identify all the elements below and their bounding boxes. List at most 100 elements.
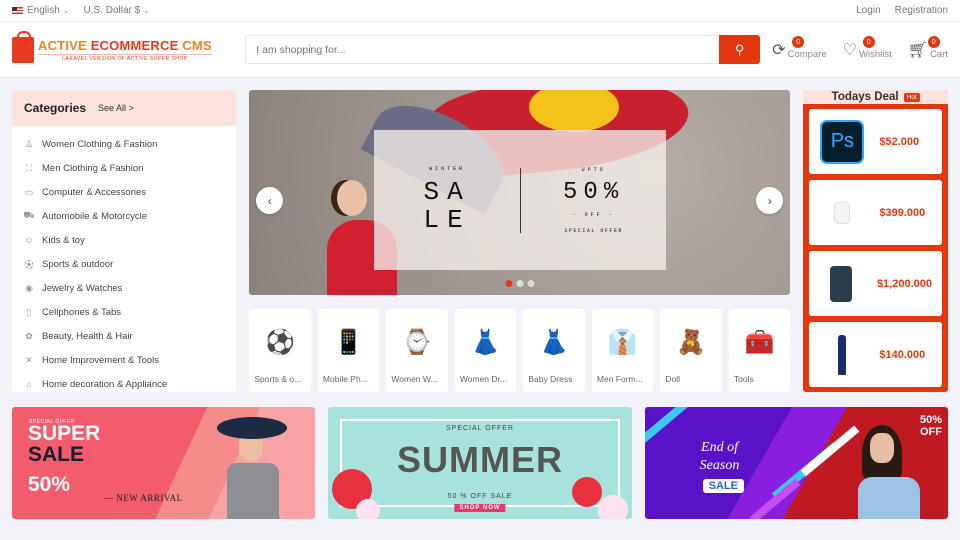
chevron-left-icon: ‹: [267, 193, 272, 208]
featured-category-label: Men Form...: [596, 374, 643, 384]
search-input[interactable]: [245, 35, 720, 64]
photoshop-icon: Ps: [819, 119, 865, 165]
deal-item[interactable]: $399.000: [809, 180, 942, 245]
airpods-icon: [819, 190, 865, 236]
featured-category-card[interactable]: 👗 Women Dr...: [454, 309, 517, 392]
category-label: Kids & toy: [42, 234, 85, 246]
end-of-season-banner[interactable]: End of Season SALE 50% OFF: [644, 407, 948, 519]
featured-category-label: Tools: [733, 374, 754, 384]
wishlist-count-badge: 0: [862, 36, 875, 48]
category-item[interactable]: ▯ Cellphones & Tabs: [24, 300, 224, 324]
watch-icon: ◉: [25, 282, 33, 293]
deal-item[interactable]: $140.000: [809, 322, 942, 387]
slider-dot[interactable]: [516, 280, 524, 287]
cart-button[interactable]: 🛒︎ 0 Cart: [908, 36, 948, 60]
deal-item[interactable]: Ps $52.000: [809, 109, 942, 174]
logo[interactable]: ACTIVE ECOMMERCE CMS LARAVEL VERSION OF …: [12, 30, 245, 63]
category-image: ⌚: [402, 329, 433, 356]
phone-icon: ▯: [26, 306, 32, 317]
slider-dot[interactable]: [505, 280, 513, 287]
category-label: Sports & outdoor: [42, 258, 114, 270]
category-item[interactable]: ▭ Computer & Accessories: [24, 180, 224, 204]
home-icon: ⌂: [26, 379, 32, 389]
language-selector[interactable]: English ⌄: [12, 5, 70, 16]
featured-category-label: Mobile Ph...: [322, 374, 368, 384]
heart-icon: ♡: [842, 42, 857, 59]
category-image: 📱: [333, 329, 364, 356]
category-item[interactable]: ✕ Home Improvement & Tools: [24, 348, 224, 372]
hero-slider[interactable]: WINTER SA LE UPTO 50% - OFF - SPECIAL OF…: [249, 90, 791, 295]
featured-category-card[interactable]: ⚽ Sports & o...: [249, 309, 311, 392]
category-item[interactable]: ⛟ Automobile & Motorcycle: [23, 204, 224, 228]
shirt-icon: ⛶: [25, 162, 33, 173]
tools-icon: ✕: [25, 354, 33, 365]
car-icon: ⛟: [23, 210, 35, 220]
flower-icon: [597, 495, 628, 519]
category-item[interactable]: ☺ Kids & toy: [24, 228, 224, 252]
chevron-down-icon: ⌄: [62, 6, 70, 15]
category-image: ⚽: [265, 329, 296, 356]
featured-category-label: Doll: [665, 374, 681, 384]
shop-now-button[interactable]: SHOP NOW: [454, 504, 506, 512]
compare-count-badge: 0: [792, 36, 805, 48]
chevron-right-icon: ›: [767, 193, 772, 208]
category-label: Jewelry & Watches: [42, 282, 123, 294]
category-item[interactable]: ♙ Women Clothing & Fashion: [24, 132, 224, 156]
summer-sale-banner[interactable]: SPECIAL OFFER SUMMER 50 % OFF SALE SHOP …: [328, 407, 632, 519]
category-label: Home decoration & Appliance: [42, 378, 168, 390]
header: ACTIVE ECOMMERCE CMS LARAVEL VERSION OF …: [0, 22, 960, 78]
category-image: 👗: [539, 329, 570, 356]
registration-link[interactable]: Registration: [895, 5, 948, 16]
slider-dots: [505, 280, 535, 287]
category-item[interactable]: ⚽︎ Sports & outdoor: [24, 252, 224, 276]
category-image: 👔: [607, 329, 638, 356]
shopping-bag-icon: [12, 30, 34, 63]
login-link[interactable]: Login: [856, 5, 880, 16]
category-label: Beauty, Health & Hair: [42, 330, 133, 342]
featured-category-card[interactable]: ⌚ Women W...: [386, 309, 448, 392]
wishlist-button[interactable]: ♡ 0 Wishlist: [842, 36, 892, 60]
todays-deal-title: Todays Deal: [831, 91, 899, 103]
category-label: Women Clothing & Fashion: [42, 138, 158, 150]
featured-category-label: Baby Dress: [528, 374, 573, 384]
deal-item[interactable]: $1,200.000: [809, 251, 942, 316]
sports-icon: ⚽︎: [24, 259, 34, 270]
slider-dot[interactable]: [527, 280, 535, 287]
slider-prev-button[interactable]: ‹: [256, 187, 284, 214]
featured-category-label: Sports & o...: [254, 374, 302, 384]
category-image: 🧸: [676, 329, 707, 356]
super-sale-banner[interactable]: SPECIAL OFFER SUPER SALE 50% — NEW ARRIV…: [12, 407, 316, 519]
us-flag-icon: [12, 6, 23, 14]
featured-category-card[interactable]: 👗 Baby Dress: [523, 309, 585, 392]
beauty-icon: ✿: [25, 330, 33, 341]
todays-deal-panel: Todays Deal Hot Ps $52.000 $399.000 $1,2…: [803, 90, 948, 392]
toy-icon: ☺: [24, 235, 34, 245]
featured-category-card[interactable]: 👔 Men Form...: [591, 309, 654, 392]
cart-count-badge: 0: [927, 36, 940, 48]
person-icon: ♙: [24, 138, 34, 149]
featured-category-label: Women W...: [391, 374, 438, 384]
search-bar: ⚲: [245, 35, 761, 64]
category-item[interactable]: ✿ Beauty, Health & Hair: [24, 324, 224, 348]
category-label: Home Improvement & Tools: [42, 354, 160, 366]
category-item[interactable]: ◉ Jewelry & Watches: [24, 276, 224, 300]
logo-tagline: LARAVEL VERSION OF ACTIVE SUPER SHOP: [38, 53, 212, 62]
featured-category-card[interactable]: 🧸 Doll: [660, 309, 722, 392]
featured-category-card[interactable]: 📱 Mobile Ph...: [317, 309, 380, 392]
featured-category-card[interactable]: 🧰 Tools: [728, 309, 791, 392]
sale-panel: WINTER SA LE UPTO 50% - OFF - SPECIAL OF…: [374, 130, 667, 270]
hot-badge: Hot: [903, 92, 920, 102]
search-button[interactable]: ⚲: [719, 35, 761, 64]
see-all-link[interactable]: See All >: [98, 103, 134, 113]
category-item[interactable]: ⌂ Home decoration & Appliance: [24, 372, 224, 392]
currency-selector[interactable]: U.S. Dollar $ ⌄: [84, 5, 150, 16]
category-image: 👗: [470, 329, 501, 356]
compare-button[interactable]: ⟳ 0 Compare: [772, 36, 827, 60]
slider-next-button[interactable]: ›: [756, 187, 784, 214]
featured-categories: ⚽ Sports & o... 📱 Mobile Ph... ⌚ Women W... 👗 W…: [249, 309, 791, 392]
category-image: 🧰: [744, 329, 775, 356]
category-item[interactable]: ⛶ Men Clothing & Fashion: [24, 156, 224, 180]
category-label: Men Clothing & Fashion: [42, 162, 144, 174]
chevron-down-icon: ⌄: [143, 6, 150, 15]
model-image: [857, 425, 920, 519]
